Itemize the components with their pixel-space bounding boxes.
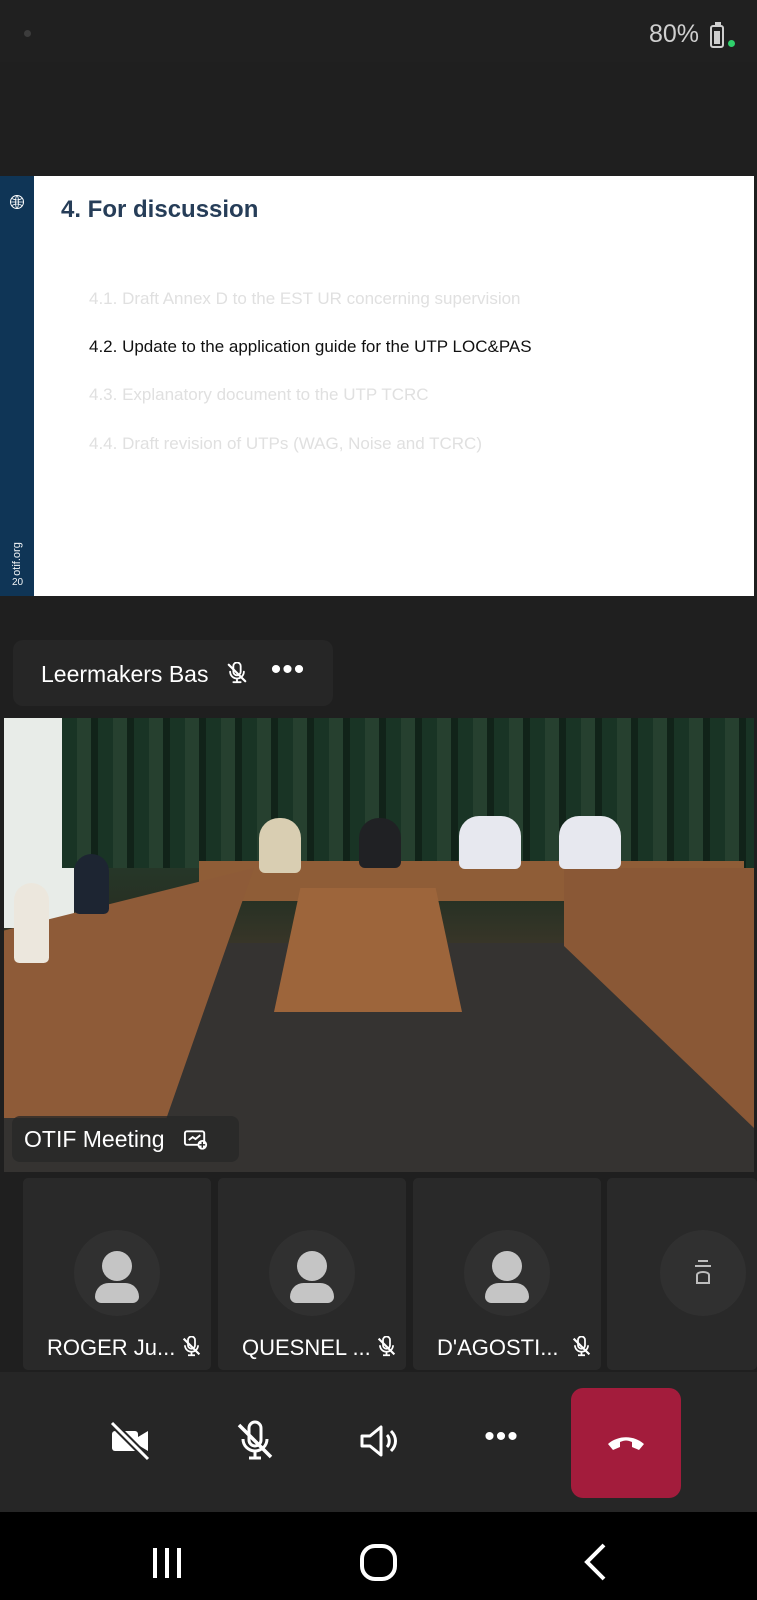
- agenda-item-current: 4.2. Update to the application guide for…: [89, 337, 532, 356]
- participant-tile[interactable]: QUESNEL ...: [218, 1178, 406, 1370]
- meeting-participant-figure: [459, 816, 521, 869]
- mic-off-icon: [237, 1420, 272, 1460]
- avatar-icon: [695, 1260, 711, 1284]
- participant-tile[interactable]: [607, 1178, 757, 1370]
- phone-end-icon: [608, 1437, 644, 1450]
- notification-dot: [24, 30, 31, 37]
- more-options-button[interactable]: •••: [449, 1386, 554, 1496]
- meeting-participant-figure: [559, 816, 621, 869]
- slide-title: 4. For discussion: [61, 196, 259, 223]
- avatar-icon: [464, 1230, 550, 1316]
- end-call-button[interactable]: [571, 1388, 681, 1498]
- camera-off-button[interactable]: [77, 1386, 182, 1496]
- slide-page-number: 20: [12, 577, 24, 588]
- recents-icon[interactable]: [145, 1540, 190, 1585]
- mic-off-icon: [572, 1336, 591, 1357]
- avatar-icon: [74, 1230, 160, 1316]
- participant-tile[interactable]: D'AGOSTI...: [413, 1178, 601, 1370]
- room-curtain: [62, 718, 754, 868]
- avatar-icon: [269, 1230, 355, 1316]
- meeting-participant-figure: [259, 818, 301, 873]
- more-options-label: •••: [484, 1420, 519, 1453]
- battery-percentage: 80%: [648, 20, 699, 48]
- shared-presentation-slide: otif.org 20 4. For discussion 4.1. Draft…: [0, 176, 754, 596]
- slide-sidebar-url: otif.org: [11, 542, 23, 576]
- back-icon[interactable]: [573, 1540, 618, 1585]
- home-icon[interactable]: [356, 1540, 401, 1585]
- meeting-participant-figure: [359, 818, 401, 868]
- mic-off-icon: [377, 1336, 396, 1357]
- participant-strip: ROGER Ju... QUESNEL ... D'AGOSTI...: [0, 1178, 757, 1370]
- presenter-name-pill: Leermakers Bas •••: [13, 640, 333, 706]
- screen-share-icon: [183, 1130, 208, 1150]
- video-label-overlay: OTIF Meeting: [12, 1116, 239, 1162]
- partial-avatar: [660, 1230, 746, 1316]
- speaker-icon: [360, 1425, 397, 1457]
- more-dots-label: •••: [270, 653, 306, 686]
- call-controls: •••: [0, 1372, 757, 1512]
- presenter-name: Leermakers Bas: [41, 661, 209, 687]
- active-green-dot: [728, 40, 735, 47]
- battery-icon: [710, 22, 724, 48]
- speaker-button[interactable]: [325, 1386, 430, 1496]
- participant-name: QUESNEL ...: [242, 1335, 371, 1360]
- mute-button[interactable]: [202, 1386, 307, 1496]
- meeting-video-feed[interactable]: [4, 718, 754, 1172]
- conference-table-center: [274, 888, 462, 1012]
- android-navigation-bar: [0, 1512, 757, 1600]
- participant-name: ROGER Ju...: [47, 1335, 176, 1360]
- status-bar: 80%: [0, 0, 757, 62]
- globe-icon: [10, 195, 24, 209]
- mic-off-icon: [182, 1336, 201, 1357]
- presenter-more-button[interactable]: •••: [270, 655, 306, 687]
- agenda-item: 4.1. Draft Annex D to the EST UR concern…: [89, 289, 521, 308]
- agenda-item: 4.4. Draft revision of UTPs (WAG, Noise …: [89, 434, 482, 453]
- video-label: OTIF Meeting: [24, 1126, 165, 1152]
- meeting-participant-figure: [14, 883, 49, 963]
- agenda-item: 4.3. Explanatory document to the UTP TCR…: [89, 385, 429, 404]
- participant-tile[interactable]: ROGER Ju...: [23, 1178, 211, 1370]
- camera-off-icon: [109, 1420, 150, 1462]
- participant-name: D'AGOSTI...: [437, 1335, 559, 1360]
- meeting-participant-figure: [74, 854, 109, 914]
- mic-off-icon: [227, 662, 247, 684]
- slide-sidebar: otif.org 20: [0, 176, 34, 596]
